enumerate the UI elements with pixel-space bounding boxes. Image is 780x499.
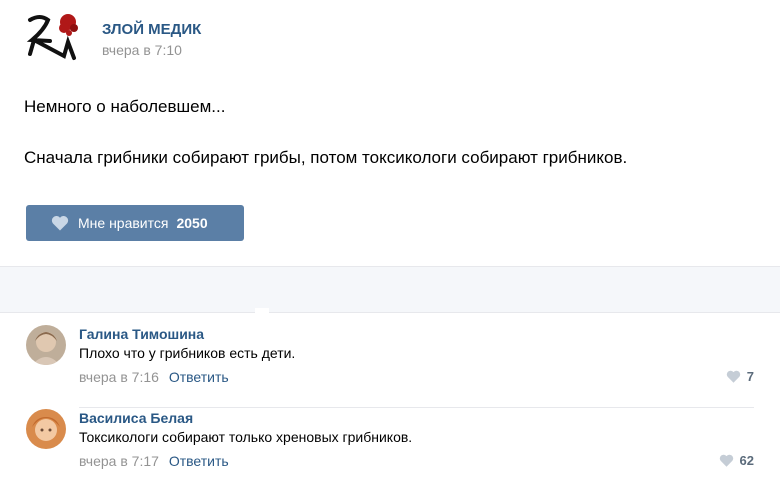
comment-meta: вчера в 7:17 Ответить [79, 453, 229, 469]
post-author-link[interactable]: ЗЛОЙ МЕДИК [102, 21, 201, 38]
comment-like-count: 7 [746, 369, 754, 384]
comment-time[interactable]: вчера в 7:16 [79, 369, 159, 385]
post-text: Немного о наболевшем... Сначала грибники… [24, 96, 744, 169]
like-label: Мне нравится [78, 215, 169, 231]
post-paragraph: Немного о наболевшем... [24, 97, 226, 116]
reply-button[interactable]: Ответить [169, 369, 229, 385]
author-logo[interactable] [24, 10, 84, 70]
comment-like-count: 62 [739, 453, 754, 468]
post-paragraph: Сначала грибники собирают грибы, потом т… [24, 148, 628, 167]
like-count: 2050 [176, 215, 208, 231]
avatar[interactable] [26, 325, 66, 365]
comment-author[interactable]: Василиса Белая [79, 410, 193, 426]
heart-icon [726, 370, 740, 383]
avatar[interactable] [26, 409, 66, 449]
comment-item: Галина Тимошина Плохо что у грибников ес… [0, 325, 780, 415]
comment-divider [79, 407, 754, 408]
separator-notch [255, 308, 269, 314]
comment-time[interactable]: вчера в 7:17 [79, 453, 159, 469]
section-separator [0, 266, 780, 313]
comment-text: Плохо что у грибников есть дети. [79, 345, 296, 361]
comment-author[interactable]: Галина Тимошина [79, 326, 204, 342]
like-button[interactable]: Мне нравится 2050 [26, 205, 244, 241]
comment-meta: вчера в 7:16 Ответить [79, 369, 229, 385]
comment-text: Токсикологи собирают только хреновых гри… [79, 429, 413, 445]
heart-icon [719, 454, 733, 467]
comment-like-button[interactable]: 7 [726, 369, 754, 384]
reply-button[interactable]: Ответить [169, 453, 229, 469]
post-time[interactable]: вчера в 7:10 [102, 42, 182, 58]
heart-icon [51, 216, 69, 231]
comment-item: Василиса Белая Токсикологи собирают толь… [0, 409, 780, 499]
comment-like-button[interactable]: 62 [719, 453, 754, 468]
